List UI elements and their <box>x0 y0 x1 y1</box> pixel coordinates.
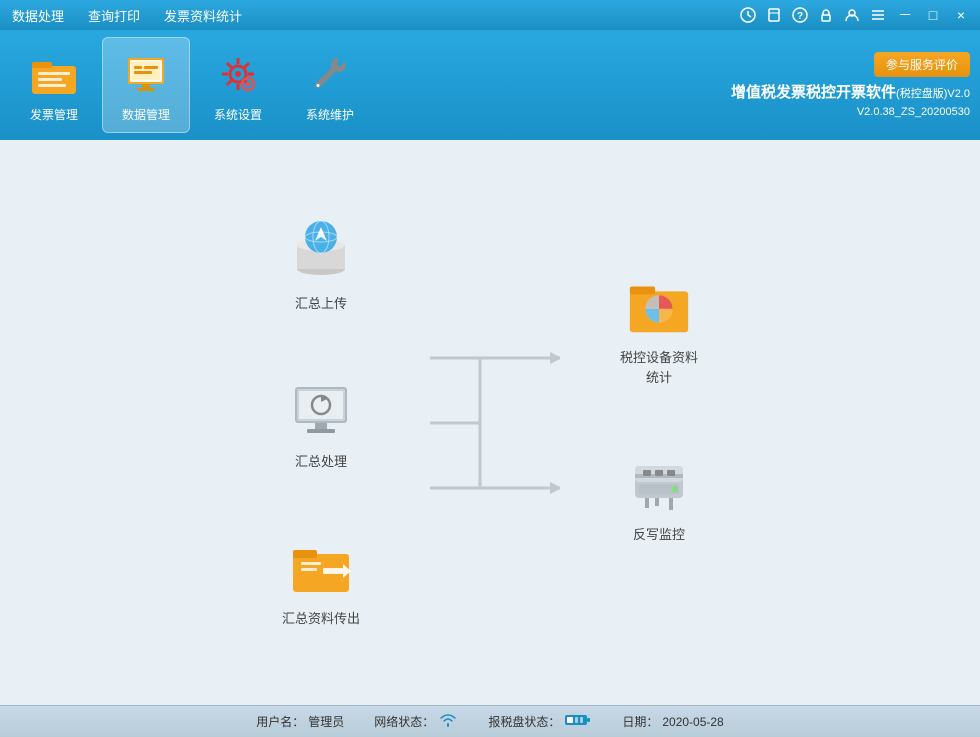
toolbar-item-invoice-mgmt-label: 发票管理 <box>30 106 78 123</box>
stats-label: 税控设备资料统计 <box>620 348 698 387</box>
export-label: 汇总资料传出 <box>282 609 360 629</box>
close-button[interactable]: × <box>950 4 972 26</box>
monitor-label: 反写监控 <box>633 525 685 545</box>
toolbar: 发票管理 数据管理 <box>0 30 980 140</box>
circle-arrow-icon[interactable] <box>738 5 758 25</box>
app-title: 增值税发票税控开票软件(税控盘版)V2.0 <box>731 81 970 102</box>
process-label: 汇总处理 <box>295 452 347 472</box>
stats-icon <box>624 270 694 340</box>
toolbar-item-sys-maintain[interactable]: 系统维护 <box>286 37 374 133</box>
menu-query-print[interactable]: 查询打印 <box>84 4 144 27</box>
service-evaluation-button[interactable]: 参与服务评价 <box>874 52 970 77</box>
toolbar-item-data-mgmt[interactable]: 数据管理 <box>102 37 190 133</box>
title-bar-controls: ? － □ × <box>738 4 972 26</box>
process-icon <box>286 374 356 444</box>
username-value: 管理员 <box>308 713 344 730</box>
lock-icon[interactable] <box>816 5 836 25</box>
maximize-button[interactable]: □ <box>922 4 944 26</box>
wifi-icon <box>438 712 458 731</box>
username-label: 用户名： <box>256 713 304 730</box>
question-icon[interactable]: ? <box>790 5 810 25</box>
upload-label: 汇总上传 <box>295 294 347 314</box>
menu-item-process[interactable]: 汇总处理 <box>286 374 356 472</box>
toolbar-item-data-mgmt-label: 数据管理 <box>122 106 170 123</box>
date-value: 2020-05-28 <box>662 715 723 729</box>
left-column: 汇总上传 <box>282 216 360 629</box>
menu-bar: 数据处理 查询打印 发票资料统计 <box>8 4 246 27</box>
menu-data-process[interactable]: 数据处理 <box>8 4 68 27</box>
status-bar: 用户名： 管理员 网络状态： 报税盘状态： 日期： 2020-05-28 <box>0 705 980 737</box>
invoice-mgmt-icon <box>28 48 80 100</box>
svg-text:?: ? <box>797 11 803 22</box>
connector-arrows <box>420 293 560 553</box>
taxdisk-label: 报税盘状态： <box>488 713 560 730</box>
upload-icon <box>286 216 356 286</box>
menu-icon[interactable] <box>868 5 888 25</box>
right-column: 税控设备资料统计 <box>620 270 698 545</box>
title-bar: 数据处理 查询打印 发票资料统计 ? － □ × <box>0 0 980 30</box>
app-title-text: 增值税发票税控开票软件(税控盘版)V2.0 <box>731 84 970 101</box>
monitor-icon <box>624 447 694 517</box>
data-mgmt-icon <box>120 48 172 100</box>
status-network: 网络状态： <box>374 712 458 731</box>
main-content: 汇总上传 <box>0 140 980 705</box>
menu-invoice-stats[interactable]: 发票资料统计 <box>160 4 246 27</box>
app-version: V2.0.38_ZS_20200530 <box>857 106 970 118</box>
sys-maintain-icon <box>304 48 356 100</box>
bookmark-icon[interactable] <box>764 5 784 25</box>
toolbar-item-sys-settings-label: 系统设置 <box>214 106 262 123</box>
toolbar-right: 参与服务评价 增值税发票税控开票软件(税控盘版)V2.0 V2.0.38_ZS_… <box>731 30 970 140</box>
export-icon <box>286 531 356 601</box>
menu-item-export[interactable]: 汇总资料传出 <box>282 531 360 629</box>
toolbar-item-sys-maintain-label: 系统维护 <box>306 106 354 123</box>
user-icon[interactable] <box>842 5 862 25</box>
network-label: 网络状态： <box>374 713 434 730</box>
menu-item-stats[interactable]: 税控设备资料统计 <box>620 270 698 387</box>
status-taxdisk: 报税盘状态： <box>488 712 592 731</box>
content-area: 汇总上传 <box>0 140 980 705</box>
date-label: 日期： <box>622 713 658 730</box>
taxdisk-icon <box>564 712 592 731</box>
toolbar-item-invoice-mgmt[interactable]: 发票管理 <box>10 37 98 133</box>
status-username: 用户名： 管理员 <box>256 713 344 730</box>
menu-item-upload[interactable]: 汇总上传 <box>286 216 356 314</box>
status-date: 日期： 2020-05-28 <box>622 713 723 730</box>
minimize-button[interactable]: － <box>894 4 916 26</box>
menu-item-monitor[interactable]: 反写监控 <box>624 447 694 545</box>
toolbar-item-sys-settings[interactable]: 系统设置 <box>194 37 282 133</box>
sys-settings-icon <box>212 48 264 100</box>
